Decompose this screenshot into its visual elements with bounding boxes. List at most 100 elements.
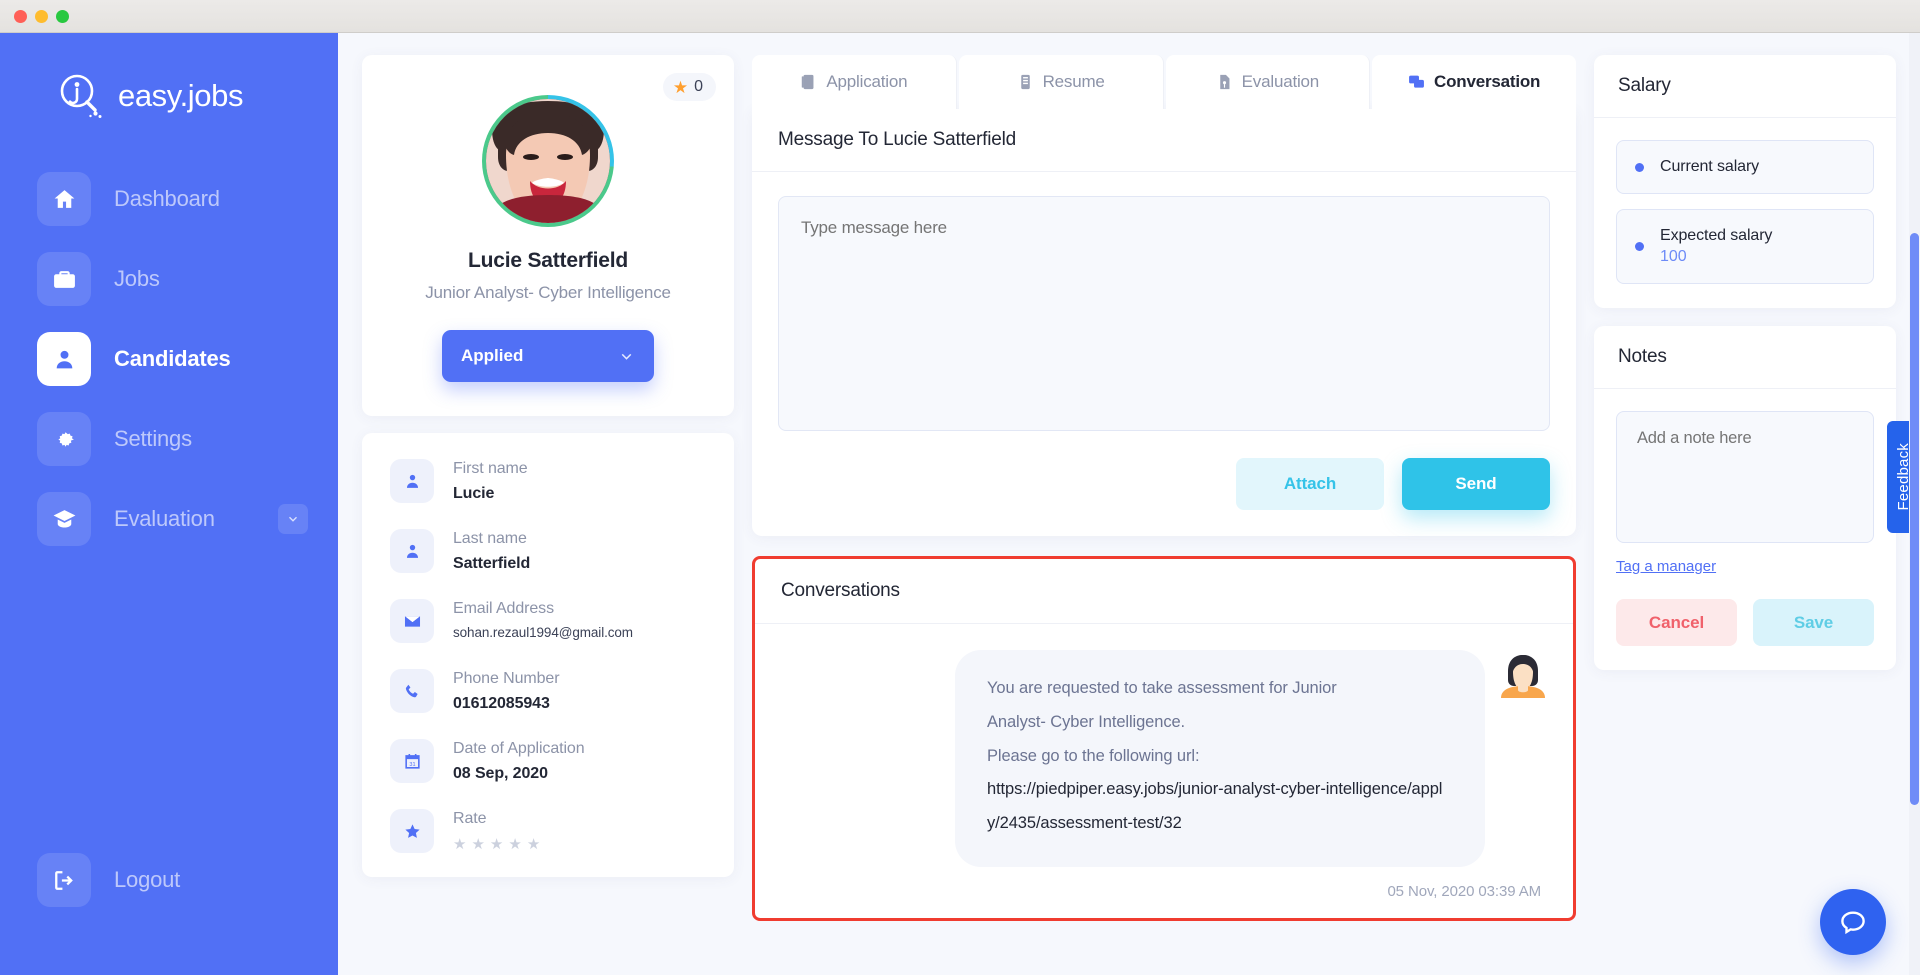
sidebar-item-dashboard[interactable]: Dashboard [0, 172, 338, 226]
tab-resume[interactable]: Resume [958, 55, 1164, 109]
svg-text:31: 31 [409, 761, 415, 767]
conversations-list: You are requested to take assessment for… [755, 624, 1573, 918]
salary-row-current[interactable]: Current salary [1616, 140, 1874, 194]
field-phone-number: Phone Number 01612085943 [390, 669, 734, 713]
chevron-down-icon [621, 353, 632, 360]
field-value: 01612085943 [453, 695, 550, 712]
field-value: Lucie [453, 485, 495, 502]
salary-panel: Salary Current salary Expected salary 10… [1594, 55, 1896, 308]
avatar [482, 95, 614, 227]
sidebar-item-settings[interactable]: Settings [0, 412, 338, 466]
content-area: ★ 0 Lucie Satterfield Junior Analyst- Cy… [338, 33, 1920, 975]
message-actions: Attach Send [778, 458, 1550, 510]
calendar-icon: 31 [390, 739, 434, 783]
field-rate: Rate ★ ★ ★ ★ ★ [390, 809, 734, 853]
home-icon [37, 172, 91, 226]
message-timestamp: 05 Nov, 2020 03:39 AM [1387, 883, 1541, 901]
conversations-card: Conversations You are requested to take … [752, 556, 1576, 922]
field-label: Last name [453, 530, 527, 547]
star-icon [390, 809, 434, 853]
brand[interactable]: easy.jobs [0, 33, 338, 122]
document-icon [802, 74, 814, 90]
tab-conversation[interactable]: Conversation [1372, 55, 1576, 109]
sidebar-item-evaluation[interactable]: Evaluation [0, 492, 338, 546]
user-icon [390, 459, 434, 503]
minimize-window-button[interactable] [35, 10, 48, 23]
tag-a-manager-link[interactable]: Tag a manager [1616, 558, 1716, 575]
sidebar-item-label: Dashboard [114, 186, 220, 211]
salary-row-expected[interactable]: Expected salary 100 [1616, 209, 1874, 284]
user-icon [390, 529, 434, 573]
avatar-photo [486, 99, 610, 223]
status-dropdown[interactable]: Applied [442, 330, 654, 382]
user-icon [37, 332, 91, 386]
brand-name: easy.jobs [118, 78, 244, 113]
message-line-1: You are requested to take assessment for… [987, 679, 1337, 697]
chat-bubble-icon [1841, 911, 1865, 935]
tab-label: Conversation [1434, 72, 1541, 91]
tab-application[interactable]: Application [752, 55, 957, 109]
field-label: Rate [453, 810, 487, 827]
conversation-message: You are requested to take assessment for… [781, 650, 1547, 868]
field-email-address: Email Address sohan.rezaul1994@gmail.com [390, 599, 734, 643]
salary-panel-title: Salary [1594, 55, 1896, 118]
field-label: Email Address [453, 600, 554, 617]
star-icon[interactable]: ★ [471, 837, 484, 852]
close-window-button[interactable] [14, 10, 27, 23]
send-button[interactable]: Send [1402, 458, 1550, 510]
graduation-cap-icon [37, 492, 91, 546]
scrollbar-thumb[interactable] [1910, 233, 1919, 805]
tab-evaluation[interactable]: Evaluation [1165, 55, 1371, 109]
easyjobs-logo-icon [54, 70, 106, 122]
sidebar-item-label: Settings [114, 426, 192, 451]
tab-label: Application [826, 72, 908, 91]
message-composer-title: Message To Lucie Satterfield [752, 109, 1576, 172]
sidebar-item-label: Candidates [114, 346, 231, 371]
rating-stars[interactable]: ★ ★ ★ ★ ★ [453, 837, 540, 852]
star-icon[interactable]: ★ [490, 837, 503, 852]
star-icon[interactable]: ★ [527, 837, 540, 852]
sidebar-item-jobs[interactable]: Jobs [0, 252, 338, 306]
logout-icon [37, 853, 91, 907]
note-input[interactable] [1616, 411, 1874, 543]
star-icon[interactable]: ★ [453, 837, 466, 852]
page-viewport: easy.jobs Dashboard Jobs Candidates Sett… [0, 33, 1920, 975]
save-button[interactable]: Save [1753, 599, 1874, 646]
sidebar-item-candidates[interactable]: Candidates [0, 332, 338, 386]
field-value: 08 Sep, 2020 [453, 765, 548, 782]
chat-icon [1409, 75, 1424, 88]
rating-badge: ★ 0 [662, 73, 716, 101]
cancel-button[interactable]: Cancel [1616, 599, 1737, 646]
notes-panel: Notes Tag a manager Cancel Save [1594, 326, 1896, 670]
candidate-profile-card: ★ 0 Lucie Satterfield Junior Analyst- Cy… [362, 55, 734, 416]
candidate-role: Junior Analyst- Cyber Intelligence [425, 283, 671, 302]
star-icon[interactable]: ★ [508, 837, 521, 852]
message-url[interactable]: https://piedpiper.easy.jobs/junior-analy… [987, 773, 1453, 841]
message-input[interactable] [778, 196, 1550, 431]
candidate-name: Lucie Satterfield [468, 249, 628, 272]
message-bubble: You are requested to take assessment for… [955, 650, 1485, 868]
salary-label: Current salary [1660, 158, 1760, 175]
window-titlebar [0, 0, 1920, 33]
field-last-name: Last name Satterfield [390, 529, 734, 573]
chevron-down-icon[interactable] [278, 504, 308, 534]
profile-column: ★ 0 Lucie Satterfield Junior Analyst- Cy… [362, 55, 734, 877]
sidebar-item-label: Jobs [114, 266, 160, 291]
zoom-window-button[interactable] [56, 10, 69, 23]
sidebar-item-label: Evaluation [114, 506, 215, 531]
gear-icon [37, 412, 91, 466]
page-scrollbar[interactable] [1909, 33, 1920, 975]
bullet-icon [1635, 242, 1644, 251]
conversations-title: Conversations [755, 559, 1573, 624]
sidebar-item-label: Logout [114, 867, 181, 892]
sidebar-item-logout[interactable]: Logout [0, 853, 180, 907]
window-controls [14, 10, 69, 23]
field-first-name: First name Lucie [390, 459, 734, 503]
main-column: Application Resume Evaluation Conversati… [752, 55, 1576, 922]
tab-bar: Application Resume Evaluation Conversati… [752, 55, 1576, 109]
message-line-2: Analyst- Cyber Intelligence. [987, 712, 1186, 731]
attach-button[interactable]: Attach [1236, 458, 1384, 510]
evaluation-icon [1219, 74, 1230, 90]
help-chat-button[interactable] [1820, 889, 1886, 955]
tab-label: Evaluation [1241, 72, 1320, 91]
